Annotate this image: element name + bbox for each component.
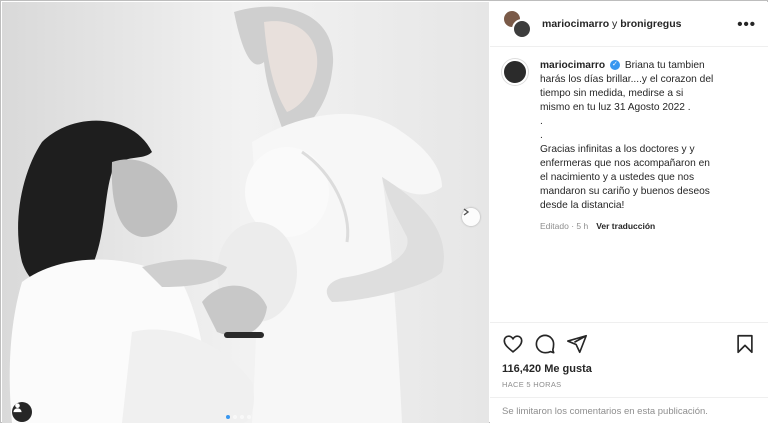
caption-username[interactable]: mariocimarro	[540, 60, 605, 71]
avatar[interactable]	[502, 59, 528, 85]
post-time: HACE 5 HORAS	[502, 380, 562, 389]
caption-text: enfermeras que nos acompañaron en	[540, 158, 710, 169]
edited-time: Editado · 5 h	[540, 221, 589, 231]
caption-body: mariocimarro ✓ Briana tu tambien harás l…	[540, 59, 750, 233]
comment-icon[interactable]	[534, 333, 556, 355]
collab-avatars[interactable]	[502, 9, 532, 39]
heart-icon[interactable]	[502, 333, 524, 355]
caption-text: el nacimiento y a ustedes que nos	[540, 172, 695, 183]
share-icon[interactable]	[566, 333, 588, 355]
carousel-dot	[233, 415, 237, 419]
post-actions: 116,420 Me gusta HACE 5 HORAS	[490, 322, 768, 389]
caption-text: .	[540, 130, 543, 141]
chevron-right-icon	[463, 208, 470, 216]
post-caption: mariocimarro ✓ Briana tu tambien harás l…	[490, 47, 768, 233]
author-link[interactable]: bronigregus	[620, 18, 681, 30]
author-link[interactable]: mariocimarro	[542, 18, 609, 30]
action-icons	[502, 333, 756, 355]
author-connector: y	[609, 18, 621, 30]
caption-text: mandaron su cariño y buenos deseos	[540, 186, 710, 197]
more-options-icon[interactable]: •••	[737, 17, 756, 32]
comments-limited-notice: Se limitaron los comentarios en esta pub…	[490, 397, 768, 425]
carousel-dots	[226, 415, 251, 419]
caption-text: .	[540, 116, 543, 127]
caption-text: tiempo sin medida, medirse a si	[540, 88, 684, 99]
post-window: mariocimarro y bronigregus ••• mariocima…	[0, 0, 768, 423]
post-photo[interactable]	[2, 2, 489, 423]
bookmark-icon[interactable]	[734, 333, 756, 355]
next-slide-button[interactable]	[462, 208, 480, 226]
post-header: mariocimarro y bronigregus •••	[490, 2, 768, 47]
carousel-dot	[226, 415, 230, 419]
user-tag-icon	[13, 403, 22, 413]
avatar	[512, 19, 532, 39]
post-side-panel: mariocimarro y bronigregus ••• mariocima…	[490, 2, 768, 423]
like-count[interactable]: 116,420 Me gusta	[502, 363, 756, 375]
translate-link[interactable]: Ver traducción	[596, 221, 655, 231]
caption-text: Briana tu tambien	[624, 60, 705, 71]
verified-badge-icon: ✓	[609, 60, 620, 71]
caption-meta: Editado · 5 h Ver traducción	[540, 219, 750, 233]
caption-text: harás los días brillar....y el corazon d…	[540, 74, 714, 85]
carousel-dot	[240, 415, 244, 419]
post-authors: mariocimarro y bronigregus	[542, 18, 737, 30]
caption-text: mismo en tu luz 31 Agosto 2022 .	[540, 102, 691, 113]
caption-text: Gracias infinitas a los doctores y y	[540, 144, 695, 155]
couple-photo-illustration	[2, 2, 489, 423]
carousel-dot	[247, 415, 251, 419]
caption-text: desde la distancia!	[540, 200, 625, 211]
tagged-users-button[interactable]	[12, 402, 32, 422]
